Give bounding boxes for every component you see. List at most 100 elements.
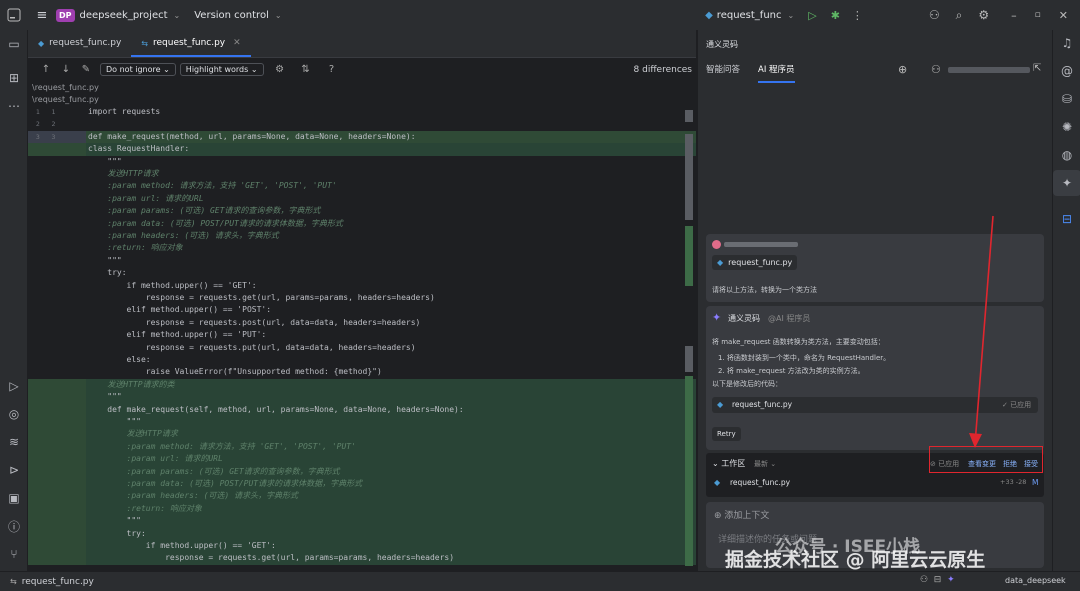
arrow-down-icon[interactable]: ↓ <box>56 64 76 75</box>
workspace-sub[interactable]: 最新 ⌄ <box>754 459 776 469</box>
ai-assistant-icon[interactable]: @ <box>1053 58 1080 84</box>
vcs-menu[interactable]: Version control <box>194 10 269 21</box>
new-chat-icon[interactable]: ⊕ <box>898 63 907 76</box>
code-line[interactable]: if method.upper() == 'GET': <box>28 540 696 553</box>
status-env[interactable]: data_deepseek <box>1005 576 1066 585</box>
tongyi-icon[interactable]: ✦ <box>1053 170 1080 196</box>
code-line[interactable]: response = requests.get(url, params=para… <box>28 552 696 565</box>
add-context-button[interactable]: ⊕ 添加上下文 <box>714 508 769 521</box>
plugin-icon[interactable]: ⊟ <box>1053 206 1080 232</box>
code-line[interactable]: try: <box>28 527 696 540</box>
ignore-select[interactable]: Do not ignore ⌄ <box>100 62 176 76</box>
terminal-icon[interactable]: ▣ <box>0 484 28 512</box>
python-console-icon[interactable]: ◎ <box>0 400 28 428</box>
help-icon[interactable]: ? <box>322 64 342 75</box>
change-markers[interactable] <box>684 106 694 571</box>
code-line[interactable]: :param method: 请求方法，支持 'GET', 'POST', 'P… <box>28 180 696 193</box>
structure-icon[interactable]: ⊞ <box>0 64 28 92</box>
gear-icon[interactable]: ⚙ <box>270 64 290 75</box>
arrow-up-icon[interactable]: ↑ <box>36 64 56 75</box>
tab-request-func-right[interactable]: ⇆ request_func.py ✕ <box>131 29 252 57</box>
gear-icon[interactable]: ⚙ <box>978 8 989 22</box>
minimize-icon[interactable]: – <box>1011 9 1017 22</box>
folder-icon[interactable]: ▭ <box>0 30 28 58</box>
git-icon[interactable]: ⑂ <box>0 540 28 568</box>
tab-ai-programmer[interactable]: AI 程序员 <box>758 63 795 83</box>
more-icon[interactable]: ⋮ <box>852 9 863 22</box>
code-line[interactable]: def make_request(self, method, url, para… <box>28 403 696 416</box>
code-line[interactable]: class RequestHandler: <box>28 143 696 156</box>
code-line[interactable]: :param url: 请求的URL <box>28 192 696 206</box>
openai-icon[interactable]: ✺ <box>1053 114 1080 140</box>
retry-button[interactable]: Retry <box>712 427 741 441</box>
code-line[interactable]: raise ValueError(f"Unsupported method: {… <box>28 366 696 379</box>
database-icon[interactable]: ⛁ <box>1053 86 1080 112</box>
ws-file[interactable]: request_func.py <box>730 478 790 487</box>
code-line[interactable]: response = requests.put(url, data=data, … <box>28 341 696 354</box>
workspace-toggle[interactable]: ⌄ 工作区 <box>712 458 745 469</box>
copilot-icon[interactable]: ◍ <box>1053 142 1080 168</box>
main-menu-icon[interactable]: ≡ <box>28 0 56 30</box>
attached-file-chip[interactable]: ◆ request_func.py <box>712 255 798 270</box>
code-line[interactable]: :param url: 请求的URL <box>28 453 696 466</box>
chevron-down-icon[interactable]: ⌄ <box>788 11 795 20</box>
code-line[interactable]: elif method.upper() == 'PUT': <box>28 329 696 342</box>
code-line[interactable]: if method.upper() == 'GET': <box>28 279 696 292</box>
code-line[interactable]: response = requests.post(url, data=data,… <box>28 316 696 330</box>
code-line[interactable]: """ <box>28 515 696 528</box>
tab-smart-qa[interactable]: 智能问答 <box>706 63 740 83</box>
status-file[interactable]: request_func.py <box>22 577 94 587</box>
layers-icon[interactable]: ≋ <box>0 428 28 456</box>
code-line[interactable]: :param headers: (可选) 请求头，字典形式 <box>28 230 696 243</box>
highlight-select[interactable]: Highlight words ⌄ <box>179 62 264 76</box>
code-line[interactable]: 发送HTTP请求 <box>28 168 696 181</box>
close-icon[interactable]: ✕ <box>233 38 241 48</box>
pencil-icon[interactable]: ✎ <box>76 64 96 75</box>
maximize-icon[interactable]: ▫ <box>1035 10 1041 20</box>
code-line[interactable]: """ <box>28 254 696 268</box>
code-line[interactable]: :param method: 请求方法，支持 'GET', 'POST', 'P… <box>28 440 696 454</box>
services-icon[interactable]: ⊳ <box>0 456 28 484</box>
chevron-down-icon[interactable]: ⌄ <box>174 11 181 20</box>
debug-icon[interactable]: ✱ <box>831 9 840 22</box>
problems-icon[interactable]: ⓘ <box>0 512 28 540</box>
code-line[interactable]: """ <box>28 391 696 404</box>
code-line[interactable]: :param params: (可选) GET请求的查询参数，字典形式 <box>28 465 696 478</box>
code-line[interactable]: """ <box>28 416 696 429</box>
code-view[interactable]: 1 1 import requests 2 2 3 3 def make_reque… <box>28 106 696 571</box>
user-icon[interactable]: ⚇ <box>931 63 941 76</box>
search-icon[interactable]: ⌕ <box>956 8 963 23</box>
code-line[interactable]: :param data: (可选) POST/PUT请求的请求体数据，字典形式 <box>28 478 696 491</box>
sync-scroll-icon[interactable]: ⇅ <box>296 64 316 75</box>
more-tools-icon[interactable]: ⋯ <box>0 92 28 120</box>
notifications-icon[interactable]: ♫ <box>1053 30 1080 56</box>
code-line[interactable]: :return: 响应对象 <box>28 502 696 516</box>
chevron-down-icon[interactable]: ⌄ <box>275 11 282 20</box>
code-line[interactable]: elif method.upper() == 'POST': <box>28 304 696 317</box>
close-icon[interactable]: ✕ <box>1059 9 1068 22</box>
code-line[interactable]: :param data: (可选) POST/PUT请求的请求体数据，字典形式 <box>28 217 696 230</box>
run-tool-icon[interactable]: ▷ <box>0 372 28 400</box>
code-line[interactable]: response = requests.get(url, params=para… <box>28 292 696 305</box>
tab-request-func-left[interactable]: ◆ request_func.py <box>28 29 131 57</box>
external-icon[interactable]: ⇱ <box>1033 63 1041 74</box>
run-config-select[interactable]: request_func <box>717 10 782 21</box>
code-line[interactable]: :param params: (可选) GET请求的查询参数，字典形式 <box>28 205 696 218</box>
code-line[interactable]: """ <box>28 155 696 168</box>
add-user-icon[interactable]: ⚇ <box>929 8 940 22</box>
code-line[interactable]: 3 3 def make_request(method, url, params=… <box>28 130 696 144</box>
status-icons[interactable]: ⚇ ⊟ ✦ <box>920 575 955 585</box>
project-name[interactable]: deepseek_project <box>80 10 168 21</box>
code-line[interactable]: :param headers: (可选) 请求头，字典形式 <box>28 490 696 503</box>
code-line[interactable]: 2 2 <box>28 118 696 131</box>
code-line[interactable]: try: <box>28 267 696 280</box>
code-line[interactable]: 发送HTTP请求 <box>28 428 696 441</box>
code-line[interactable]: :return: 响应对象 <box>28 242 696 255</box>
run-icon[interactable]: ▷ <box>808 9 816 22</box>
code-block-chip[interactable]: ◆ request_func.py ✓ 已应用 <box>712 397 1038 413</box>
scroll-thumb[interactable] <box>685 134 693 220</box>
code-line[interactable]: 发送HTTP请求的类 <box>28 378 696 392</box>
code-line[interactable]: 1 1 import requests <box>28 106 696 119</box>
app-logo-icon[interactable] <box>0 0 28 30</box>
code-line[interactable]: else: <box>28 354 696 367</box>
